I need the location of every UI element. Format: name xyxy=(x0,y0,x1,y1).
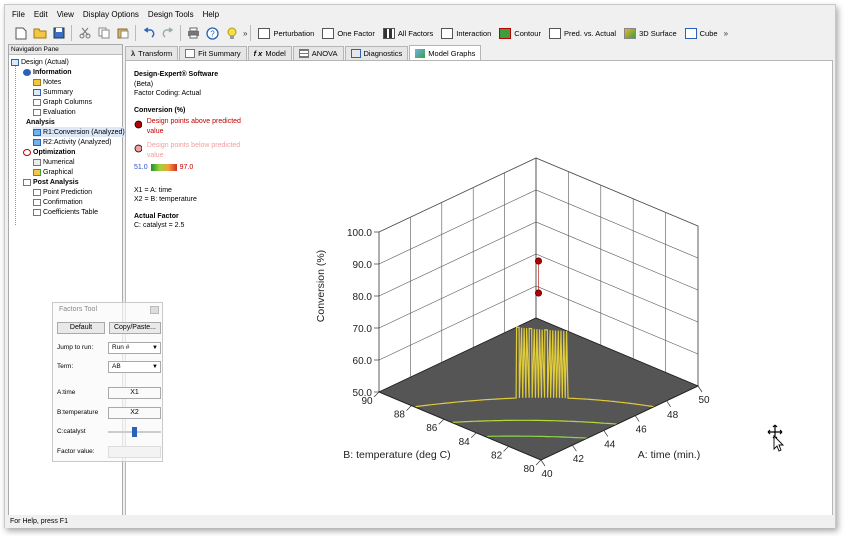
z-tick-label: 100.0 xyxy=(347,228,372,239)
y-tick-mark xyxy=(535,459,542,466)
y-tick-label: 80 xyxy=(523,464,535,475)
x-axis-label: A: time (min.) xyxy=(638,449,700,461)
x-tick-mark xyxy=(666,400,671,407)
y-tick-label: 86 xyxy=(426,423,438,434)
z-tick-label: 80.0 xyxy=(353,292,373,303)
y-tick-mark xyxy=(503,446,509,452)
x-tick-label: 40 xyxy=(541,469,553,480)
y-tick-mark xyxy=(406,405,412,411)
x-tick-mark xyxy=(540,459,546,467)
x-tick-mark xyxy=(572,445,577,452)
z-tick-label: 70.0 xyxy=(353,324,373,335)
x-tick-label: 42 xyxy=(573,454,585,465)
x-tick-label: 44 xyxy=(604,439,616,450)
3d-surface-plot: 40424446485080828486889050.060.070.080.0… xyxy=(315,157,710,480)
y-tick-label: 82 xyxy=(491,450,503,461)
plot-frame xyxy=(378,157,699,461)
x-tick-label: 50 xyxy=(698,395,710,406)
y-tick-label: 84 xyxy=(459,437,471,448)
x-tick-label: 46 xyxy=(636,425,648,436)
move-cursor-icon xyxy=(767,424,785,452)
y-tick-label: 88 xyxy=(394,410,406,421)
x-tick-mark xyxy=(603,430,609,437)
y-axis-label: B: temperature (deg C) xyxy=(343,449,450,461)
z-tick-label: 60.0 xyxy=(353,356,373,367)
y-tick-mark xyxy=(470,432,477,439)
y-tick-mark xyxy=(438,418,445,425)
y-tick-mark xyxy=(373,391,380,398)
z-tick-label: 90.0 xyxy=(353,260,373,271)
x-tick-label: 48 xyxy=(667,410,679,421)
z-tick-label: 50.0 xyxy=(353,388,373,399)
x-tick-mark xyxy=(697,385,703,393)
x-tick-mark xyxy=(634,415,640,422)
z-axis-label: Conversion (%) xyxy=(315,250,327,322)
